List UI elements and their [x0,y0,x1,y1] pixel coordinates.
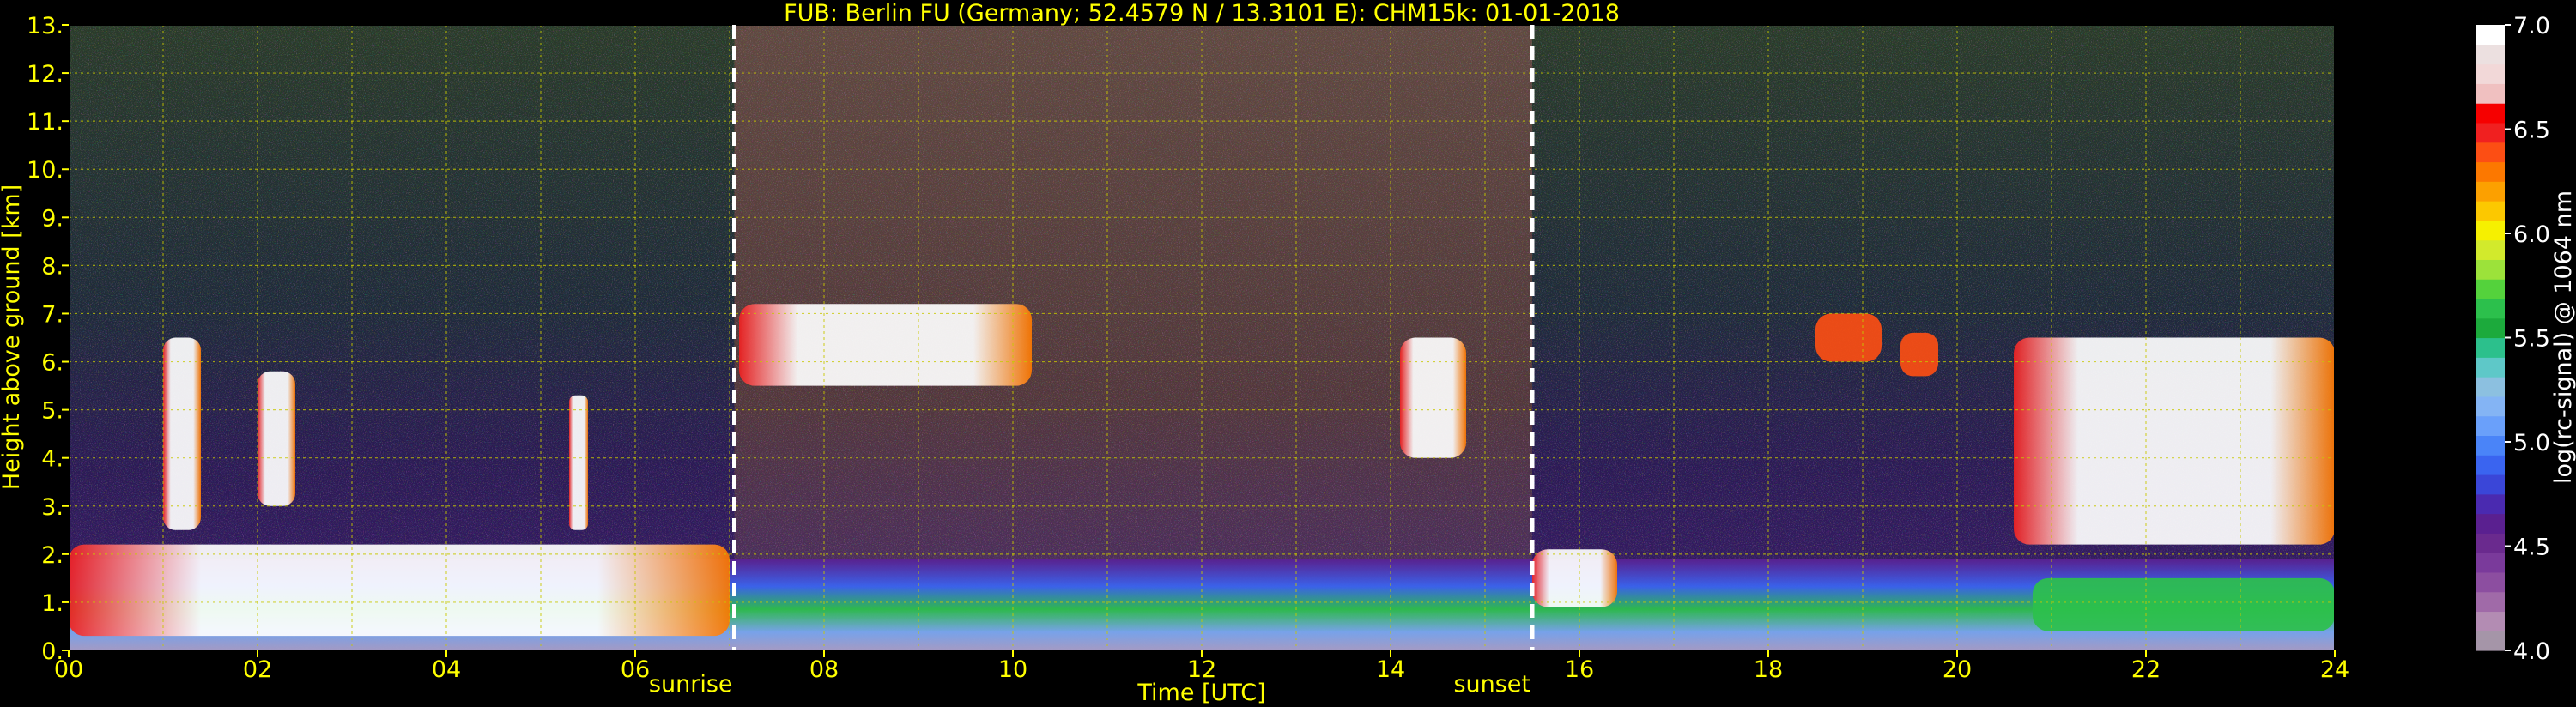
colorbar-segment [2476,279,2505,299]
y-tick-label: 12. [27,61,64,88]
cloud-signal-4 [569,395,588,530]
cloud-signal-9 [1900,332,1938,377]
colorbar-segment [2476,161,2505,182]
cloud-signal-1 [69,544,730,637]
colorbar-tick-label: 5.0 [2513,430,2550,456]
cloud-signal-7 [1532,549,1617,607]
cloud-signal-10 [2014,337,2335,545]
x-tick-label: 10 [998,656,1027,683]
colorbar-tick-label: 7.0 [2513,13,2550,39]
y-tick-label: 9. [41,205,64,232]
colorbar-segment [2476,611,2505,631]
colorbar-segment [2476,435,2505,456]
cloud-signal-3 [258,371,295,506]
colorbar-segment [2476,201,2505,221]
colorbar-segment [2476,493,2505,515]
sunrise-label: sunrise [649,671,733,698]
y-tick-label: 6. [41,350,64,377]
colorbar-segment [2476,103,2505,124]
y-tick-label: 5. [41,398,64,425]
colorbar-segment [2476,239,2505,260]
colorbar-label: log(rc-signal) @ 1064 nm [2550,190,2576,484]
colorbar-segment [2476,377,2505,397]
colorbar: 4.0 4.5 5.0 5.5 6.0 6.5 7.0 [2476,13,2550,665]
x-tick-label: 14 [1376,656,1405,683]
x-tick-label: 08 [809,656,839,683]
colorbar-tick-label: 4.0 [2513,638,2550,665]
colorbar-segment [2476,317,2505,339]
colorbar-segment [2476,25,2505,45]
colorbar-tick-label: 6.5 [2513,118,2550,144]
x-tick-label: 24 [2320,656,2349,683]
colorbar-segment [2476,337,2505,358]
cloud-signal-11 [2033,577,2335,631]
colorbar-segment [2476,142,2505,163]
x-tick-label: 02 [243,656,272,683]
x-axis-label: Time [UTC] [1136,680,1265,706]
lidar-chart: sunrise sunset 00 02 04 06 08 10 12 14 16 18 20 22 24… [0,0,2576,706]
cloud-signal-8 [1815,313,1882,362]
colorbar-segment [2476,455,2505,475]
colorbar-tick-label: 6.0 [2513,221,2550,248]
x-tick-label: 16 [1565,656,1594,683]
sunset-label: sunset [1453,671,1530,698]
colorbar-tick-label: 4.5 [2513,535,2550,561]
x-tick-label: 22 [2131,656,2161,683]
y-tick-label: 13. [27,13,64,39]
y-tick-label: 11. [27,109,64,136]
colorbar-segment [2476,181,2505,202]
chart-title: FUB: Berlin FU (Germany; 52.4579 N / 13.… [784,0,1620,27]
colorbar-segment [2476,220,2505,241]
colorbar-segment [2476,298,2505,319]
x-tick-label: 04 [432,656,461,683]
y-tick-label: 1. [41,590,64,617]
x-tick-label: 06 [621,656,650,683]
colorbar-segment [2476,533,2505,553]
colorbar-tick-label: 5.5 [2513,326,2550,353]
cloud-signal-2 [163,337,201,530]
y-tick-label: 8. [41,253,64,280]
colorbar-segment [2476,357,2505,378]
y-tick-label: 2. [41,542,64,569]
colorbar-segment [2476,63,2505,84]
colorbar-segment [2476,396,2505,417]
colorbar-segment [2476,631,2505,651]
x-tick-label: 20 [1943,656,1972,683]
y-axis-label: Height above ground [km] [0,184,25,490]
colorbar-segment [2476,122,2505,143]
y-tick-label: 4. [41,446,64,473]
y-tick-label: 3. [41,494,64,521]
colorbar-segment [2476,571,2505,593]
colorbar-segment [2476,259,2505,280]
colorbar-segment [2476,513,2505,534]
colorbar-segment [2476,415,2505,437]
y-tick-label: 0. [41,638,64,665]
y-tick-label: 10. [27,157,64,184]
colorbar-segment [2476,83,2505,104]
cloud-signal-6 [1400,337,1466,458]
colorbar-segment [2476,44,2505,65]
colorbar-segment [2476,553,2505,573]
cloud-signal-5 [739,304,1032,386]
x-tick-label: 18 [1754,656,1783,683]
y-tick-label: 7. [41,301,64,328]
colorbar-segment [2476,591,2505,613]
colorbar-segment [2476,474,2505,495]
